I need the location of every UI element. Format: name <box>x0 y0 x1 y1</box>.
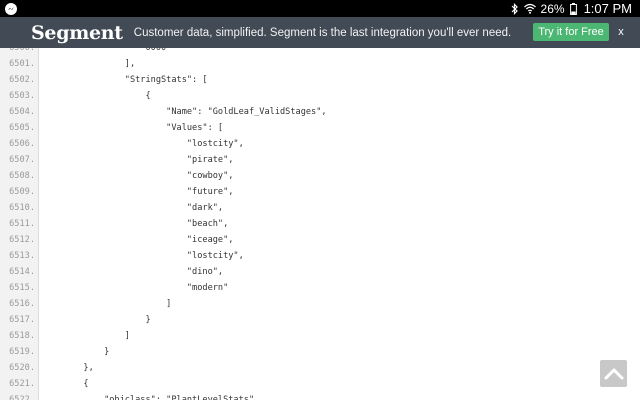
line-number: 6512. <box>9 235 35 245</box>
line-code: "dark", <box>42 203 224 213</box>
brand-logo[interactable]: Segment <box>31 22 123 44</box>
code-line: 6517. } <box>0 312 640 328</box>
messenger-icon <box>5 2 17 15</box>
line-number: 6517. <box>9 315 35 325</box>
line-code: { <box>42 91 151 101</box>
battery-icon <box>569 2 577 15</box>
line-code: "Name": "GoldLeaf_ValidStages", <box>42 107 327 117</box>
line-number: 6508. <box>9 171 35 181</box>
line-code: "lostcity", <box>42 139 244 149</box>
line-number: 6513. <box>9 251 35 261</box>
line-number: 6522. <box>9 395 35 400</box>
line-code: 0000 <box>42 48 167 53</box>
code-line: 6507. "pirate", <box>0 152 640 168</box>
code-viewer[interactable]: 6500. 0000 6501. ], 6502. "StringStats": [… <box>0 48 640 400</box>
line-code: "StringStats": [ <box>42 75 208 85</box>
line-number: 6521. <box>9 379 35 389</box>
line-number: 6519. <box>9 347 35 357</box>
line-number: 6504. <box>9 107 35 117</box>
line-number: 6500. <box>9 48 35 53</box>
line-code: ] <box>42 299 172 309</box>
line-number: 6503. <box>9 91 35 101</box>
code-line: 6511. "beach", <box>0 216 640 232</box>
line-code: "cowboy", <box>42 171 234 181</box>
code-line: 6518. ] <box>0 328 640 344</box>
line-number: 6506. <box>9 139 35 149</box>
line-number: 6502. <box>9 75 35 85</box>
code-line: 6519. } <box>0 344 640 360</box>
line-code: "iceage", <box>42 235 234 245</box>
code-line: 6513. "lostcity", <box>0 248 640 264</box>
code-line: 6504. "Name": "GoldLeaf_ValidStages", <box>0 104 640 120</box>
code-line: 6501. ], <box>0 56 640 72</box>
line-code: { <box>42 379 89 389</box>
code-line: 6515. "modern" <box>0 280 640 296</box>
line-code: ], <box>42 59 136 69</box>
code-line: 6510. "dark", <box>0 200 640 216</box>
line-number: 6507. <box>9 155 35 165</box>
code-line: 6509. "future", <box>0 184 640 200</box>
status-right: 26% 1:07 PM <box>511 1 632 16</box>
code-line: 6502. "StringStats": [ <box>0 72 640 88</box>
code-line: 6506. "lostcity", <box>0 136 640 152</box>
line-number: 6501. <box>9 59 35 69</box>
line-code: "pirate", <box>42 155 234 165</box>
line-number: 6516. <box>9 299 35 309</box>
clock: 1:07 PM <box>583 1 632 16</box>
line-code: } <box>42 315 151 325</box>
code-line: 6505. "Values": [ <box>0 120 640 136</box>
line-code: "Values": [ <box>42 123 224 133</box>
code-line: 6521. { <box>0 376 640 392</box>
code-line: 6514. "dino", <box>0 264 640 280</box>
code-line: 6508. "cowboy", <box>0 168 640 184</box>
banner-tagline: Customer data, simplified. Segment is th… <box>133 26 512 39</box>
line-code: "future", <box>42 187 234 197</box>
code-line: 6522. "objclass": "PlantLevelStats", <box>0 392 640 400</box>
battery-percent: 26% <box>540 1 565 16</box>
scroll-to-top-button[interactable] <box>600 360 627 387</box>
code-line: 6512. "iceage", <box>0 232 640 248</box>
line-code: }, <box>42 363 94 373</box>
code-line: 6503. { <box>0 88 640 104</box>
line-number: 6520. <box>9 363 35 373</box>
line-code: ] <box>42 331 130 341</box>
status-left <box>5 2 17 15</box>
line-number: 6510. <box>9 203 35 213</box>
promo-banner: Segment Customer data, simplified. Segme… <box>0 17 640 48</box>
code-line: 6516. ] <box>0 296 640 312</box>
try-for-free-button[interactable]: Try it for Free <box>533 23 609 41</box>
line-number: 6515. <box>9 283 35 293</box>
chevron-up-icon <box>604 368 623 379</box>
bluetooth-icon <box>511 2 519 15</box>
line-code: "beach", <box>42 219 229 229</box>
line-number: 6509. <box>9 187 35 197</box>
line-number: 6518. <box>9 331 35 341</box>
line-number: 6511. <box>9 219 35 229</box>
line-code: "dino", <box>42 267 224 277</box>
line-code: "lostcity", <box>42 251 244 261</box>
line-number: 6514. <box>9 267 35 277</box>
code-line: 6520. }, <box>0 360 640 376</box>
line-code: "modern" <box>42 283 229 293</box>
status-bar: 26% 1:07 PM <box>0 0 640 17</box>
line-code: } <box>42 347 110 357</box>
line-code: "objclass": "PlantLevelStats", <box>42 395 260 400</box>
banner-close-button[interactable]: x <box>616 24 626 40</box>
wifi-icon <box>523 3 536 14</box>
line-number: 6505. <box>9 123 35 133</box>
code-line: 6500. 0000 <box>0 48 640 56</box>
